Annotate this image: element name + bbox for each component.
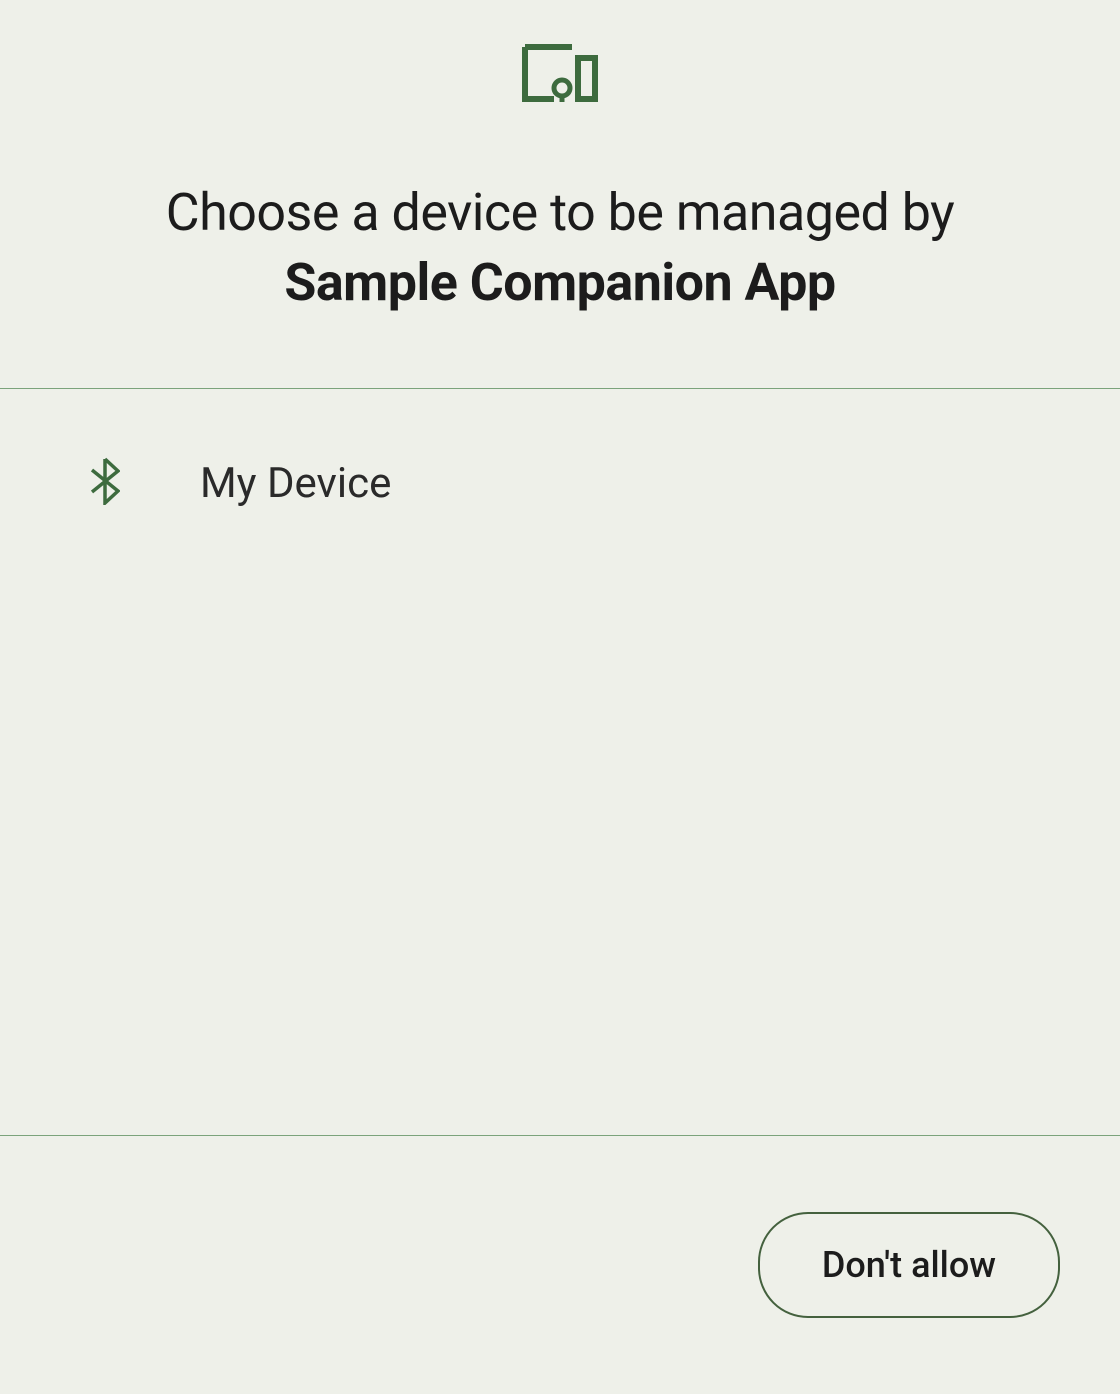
footer-section: Don't allow <box>0 1136 1120 1394</box>
devices-icon <box>522 44 598 106</box>
header-section: Choose a device to be managed by Sample … <box>0 0 1120 388</box>
device-list: My Device <box>0 389 1120 1135</box>
device-label: My Device <box>200 459 391 508</box>
bluetooth-icon <box>90 457 120 509</box>
device-item[interactable]: My Device <box>0 429 1120 537</box>
dont-allow-button[interactable]: Don't allow <box>758 1212 1060 1318</box>
title-prefix: Choose a device to be managed by <box>166 182 955 243</box>
app-name: Sample Companion App <box>284 252 835 313</box>
page-title: Choose a device to be managed by Sample … <box>0 178 1120 318</box>
